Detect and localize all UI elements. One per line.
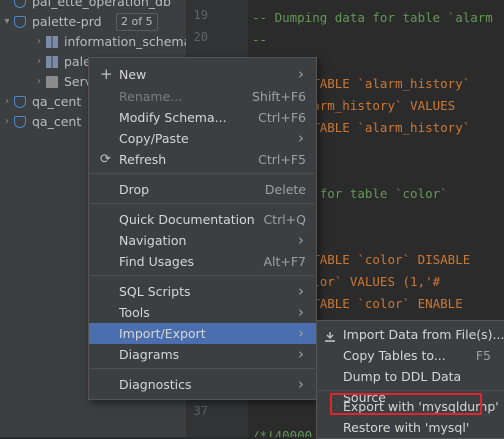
shortcut-text: Ctrl+Q: [263, 212, 306, 227]
submenu-item-dump-to-ddl-data-source[interactable]: Dump to DDL Data Source: [317, 366, 504, 405]
menu-item-label: Tools: [119, 305, 150, 320]
db-icon: [14, 96, 26, 108]
menu-item-label: Quick Documentation: [119, 212, 255, 227]
menu-item-tools[interactable]: Tools ›: [89, 302, 316, 323]
shortcut-text: Alt+F7: [263, 254, 306, 269]
collapse-arrow-icon[interactable]: ›: [34, 72, 44, 92]
tree-item-label: qa_cent: [32, 114, 82, 129]
line-number: 37: [193, 404, 208, 418]
menu-item-sql-scripts[interactable]: SQL Scripts ›: [89, 281, 316, 302]
menu-item-label: Copy/Paste: [119, 131, 189, 146]
submenu-item-import-data-from-file-s[interactable]: Import Data from File(s)...: [317, 324, 504, 345]
menu-item-label: Find Usages: [119, 254, 195, 269]
code-line: /*!40000: [252, 428, 313, 437]
tree-item-label: qa_cent: [32, 94, 82, 109]
menu-item-diagrams[interactable]: Diagrams ›: [89, 344, 316, 365]
submenu-arrow-icon: ›: [298, 231, 304, 249]
tree-item[interactable]: ▾ palette-prd 2 of 5: [0, 12, 186, 32]
submenu-item-label: Restore with 'mysql': [343, 420, 470, 435]
shortcut-text: Shift+F6: [251, 89, 306, 104]
menu-item-drop[interactable]: Drop Delete: [89, 179, 316, 200]
submenu-arrow-icon: ›: [298, 303, 304, 321]
menu-item-refresh[interactable]: ⟳ Refresh Ctrl+F5: [89, 149, 316, 170]
submenu-arrow-icon: ›: [298, 375, 304, 393]
submenu-arrow-icon: ›: [298, 345, 304, 363]
menu-item-navigation[interactable]: Navigation ›: [89, 230, 316, 251]
menu-item-label: Rename...: [119, 89, 183, 104]
menu-separator: [90, 173, 315, 174]
context-menu: + New › Rename... Shift+F6 Modify Schema... Ct…: [88, 57, 317, 400]
import-export-submenu: Import Data from File(s)... Copy Tables t…: [316, 320, 504, 439]
expand-arrow-icon[interactable]: ▾: [2, 12, 12, 32]
code-line: -- Dumping data for table `alarm: [252, 10, 493, 25]
menu-item-diagnostics[interactable]: Diagnostics ›: [89, 374, 316, 395]
collapse-arrow-icon[interactable]: ›: [2, 92, 12, 112]
line-number: 20: [193, 30, 208, 44]
schema-icon: [46, 56, 58, 68]
folder-icon: [46, 76, 58, 88]
menu-item-label: Drop: [119, 182, 150, 197]
refresh-icon: ⟳: [100, 152, 111, 167]
menu-item-label: Refresh: [119, 152, 167, 167]
tree-item-label: pal_ette_operation_db: [32, 0, 171, 9]
menu-item-modify-schema[interactable]: Modify Schema... Ctrl+F6: [89, 107, 316, 128]
menu-item-label: New: [119, 67, 147, 82]
collapse-arrow-icon[interactable]: ›: [34, 52, 44, 72]
menu-item-label: Diagrams: [119, 347, 180, 362]
menu-item-quick-documentation[interactable]: Quick Documentation Ctrl+Q: [89, 209, 316, 230]
menu-separator: [90, 275, 315, 276]
menu-item-copy-paste[interactable]: Copy/Paste ›: [89, 128, 316, 149]
submenu-item-label: Import Data from File(s)...: [343, 327, 504, 342]
menu-item-label: Import/Export: [119, 326, 206, 341]
menu-item-import-export[interactable]: Import/Export ›: [89, 323, 316, 344]
highlight-box: [330, 393, 482, 415]
submenu-arrow-icon: ›: [298, 65, 304, 83]
tree-item[interactable]: pal_ette_operation_db: [0, 0, 186, 12]
submenu-arrow-icon: ›: [298, 324, 304, 342]
submenu-arrow-icon: ›: [298, 129, 304, 147]
collapse-arrow-icon[interactable]: ›: [34, 32, 44, 52]
plus-icon: +: [100, 65, 113, 83]
tree-item-label: palette-prd: [32, 14, 102, 29]
menu-item-rename: Rename... Shift+F6: [89, 86, 316, 107]
menu-item-label: Modify Schema...: [119, 110, 227, 125]
shortcut-text: F5: [475, 348, 491, 363]
menu-item-label: SQL Scripts: [119, 284, 191, 299]
submenu-item-label: Copy Tables to...: [343, 348, 446, 363]
menu-item-label: Diagnostics: [119, 377, 192, 392]
menu-separator: [90, 368, 315, 369]
tree-item[interactable]: › information_schema: [0, 32, 191, 52]
db-icon: [14, 0, 26, 8]
schema-icon: [46, 36, 58, 48]
shortcut-text: Ctrl+F5: [258, 152, 306, 167]
menu-separator: [90, 203, 315, 204]
db-icon: [14, 16, 26, 28]
line-number: 19: [193, 8, 208, 22]
collapse-arrow-icon[interactable]: ›: [2, 112, 12, 132]
tree-item-label: information_schema: [64, 34, 192, 49]
submenu-item-restore-with-mysql[interactable]: Restore with 'mysql': [317, 417, 504, 438]
menu-item-new[interactable]: + New ›: [89, 64, 316, 85]
code-line: --: [252, 32, 268, 47]
db-icon: [14, 116, 26, 128]
shortcut-text: Ctrl+F6: [258, 110, 306, 125]
shortcut-text: Delete: [264, 182, 306, 197]
schema-count-badge: 2 of 5: [116, 13, 158, 31]
tree-item-label: pale: [64, 54, 91, 69]
submenu-arrow-icon: ›: [298, 282, 304, 300]
submenu-item-copy-tables-to[interactable]: Copy Tables to... F5: [317, 345, 504, 366]
menu-item-label: Navigation: [119, 233, 187, 248]
menu-item-find-usages[interactable]: Find Usages Alt+F7: [89, 251, 316, 272]
import-data-icon: [325, 328, 335, 342]
